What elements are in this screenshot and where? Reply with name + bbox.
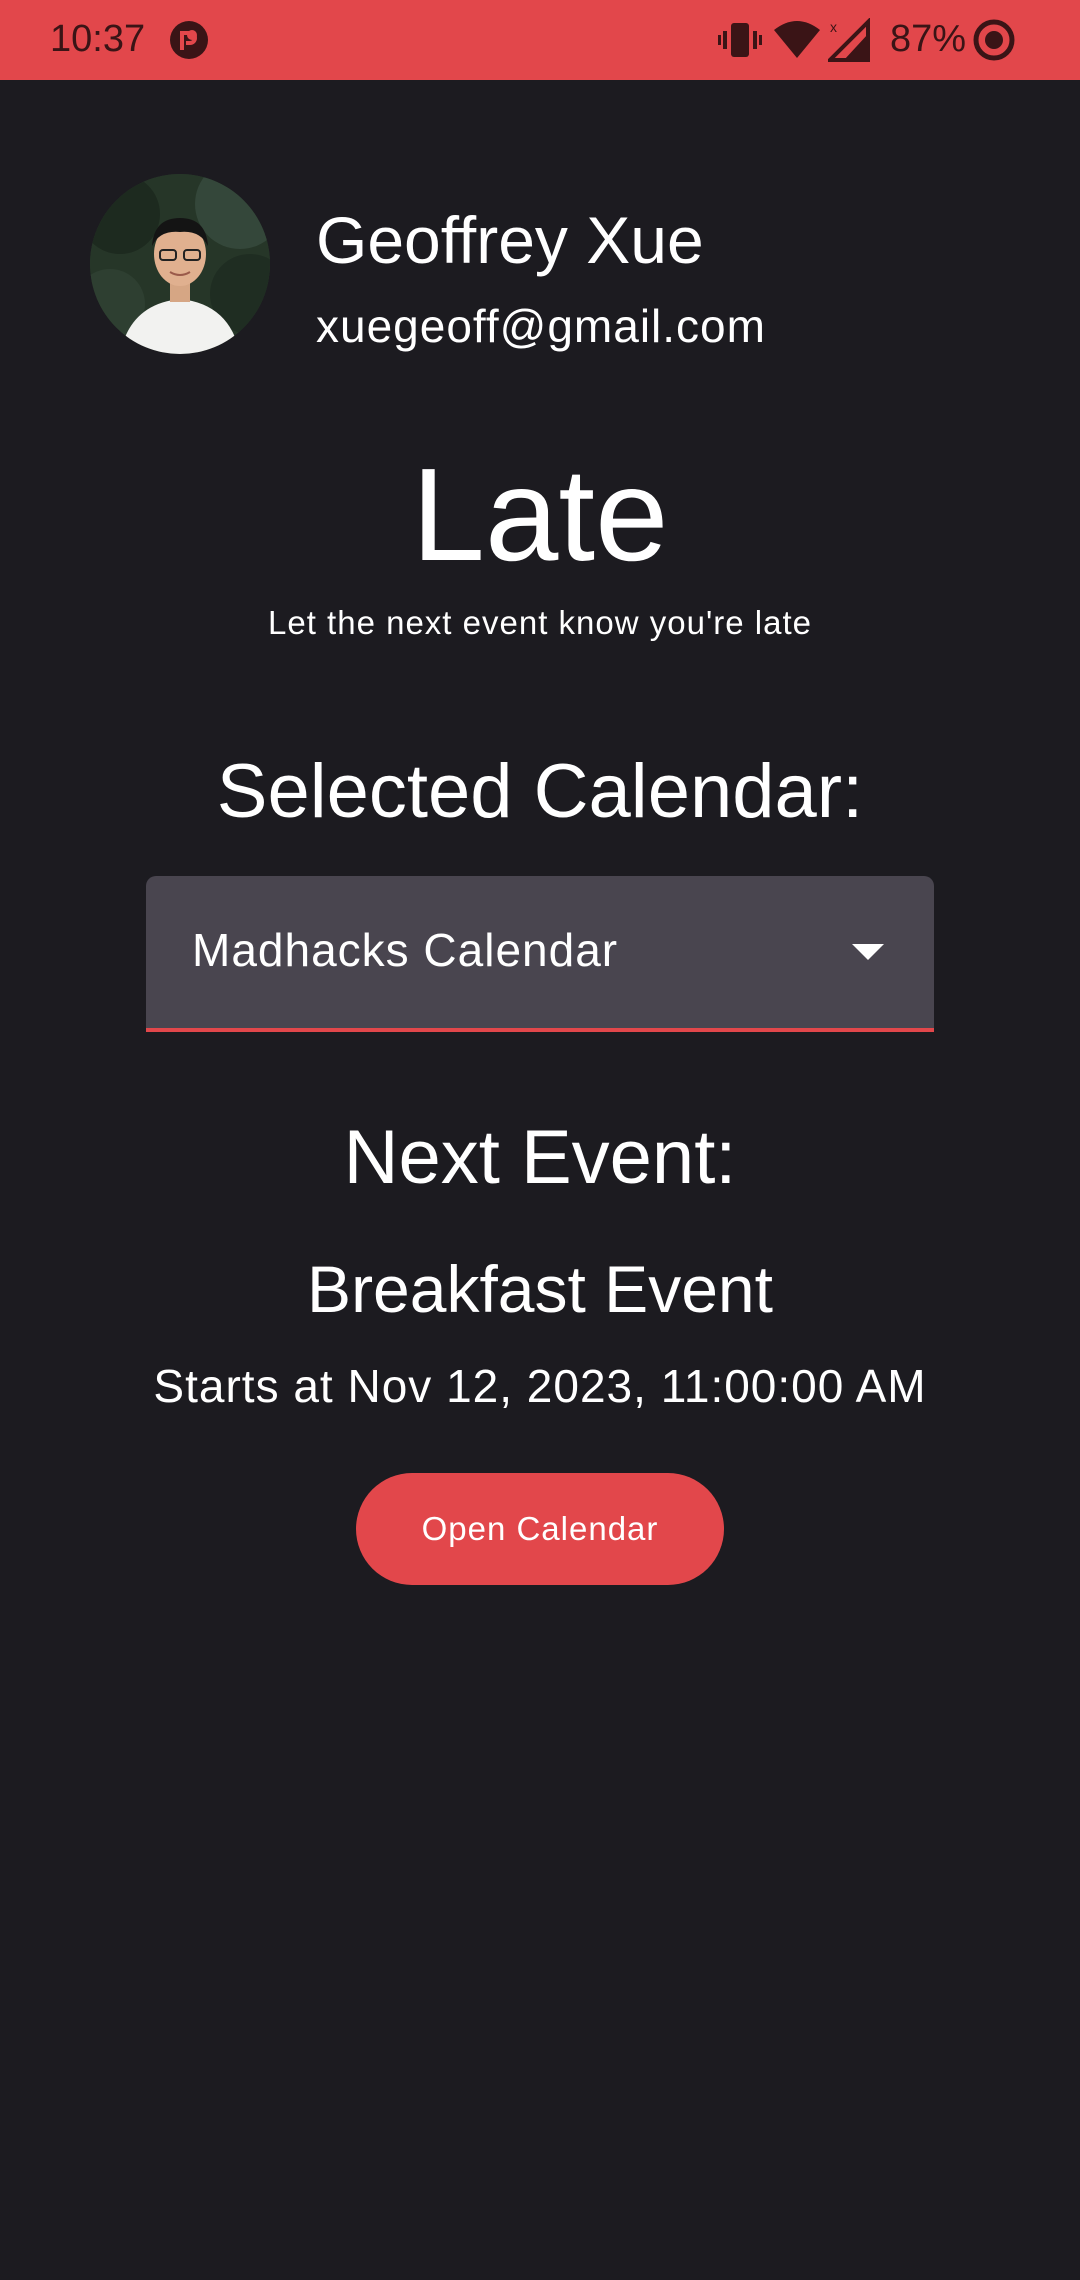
avatar	[90, 174, 270, 354]
svg-text:x: x	[830, 19, 837, 35]
app-title: Late	[411, 441, 669, 588]
selected-calendar-heading: Selected Calendar:	[216, 749, 864, 834]
wifi-icon	[774, 18, 820, 67]
user-email: xuegeoff@gmail.com	[316, 300, 766, 352]
battery-percentage: 87%	[890, 18, 967, 60]
calendar-dropdown[interactable]: Madhacks Calendar	[146, 876, 934, 1032]
event-start-time: Starts at Nov 12, 2023, 11:00:00 AM	[153, 1360, 927, 1412]
signal-icon: x	[825, 17, 874, 67]
open-calendar-button[interactable]: Open Calendar	[356, 1473, 724, 1585]
status-bar: 10:37 x 87%	[0, 0, 1080, 80]
status-time: 10:37	[50, 18, 146, 60]
calendar-dropdown-value: Madhacks Calendar	[192, 924, 619, 976]
vibrate-icon	[718, 18, 762, 67]
user-name: Geoffrey Xue	[316, 203, 704, 277]
dropdown-arrow-icon	[852, 944, 884, 960]
app-subtitle: Let the next event know you're late	[268, 604, 812, 641]
battery-saver-icon	[972, 18, 1016, 67]
next-event-heading: Next Event:	[343, 1115, 737, 1200]
app-notification-icon	[168, 19, 210, 61]
event-name: Breakfast Event	[307, 1252, 773, 1326]
